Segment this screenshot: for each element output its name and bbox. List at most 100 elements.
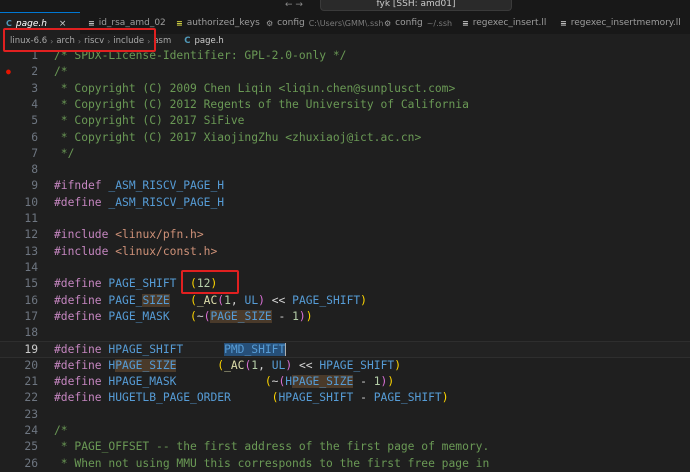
code-token: UL <box>271 358 286 372</box>
code-line[interactable]: 5 * Copyright (C) 2017 SiFive <box>0 113 690 129</box>
code-line[interactable]: 13 #include <linux/const.h> <box>0 244 690 260</box>
breadcrumb-item-linux[interactable]: linux-6.6 <box>10 36 47 46</box>
breadcrumb-item-file[interactable]: C page.h <box>184 36 224 46</box>
code-line[interactable]: 23 <box>0 407 690 423</box>
code-text: #define HPAGE_MASK (~(HPAGE_SIZE - 1)) <box>54 374 394 390</box>
gear-icon: ⚙ <box>384 18 392 28</box>
code-token: * When not using MMU this corresponds to… <box>54 456 490 470</box>
code-token: * Copyright (C) 2012 Regents of the Univ… <box>54 97 469 111</box>
code-token: _ASM_RISCV_PAGE_H <box>108 179 225 193</box>
code-editor[interactable]: 1 /* SPDX-License-Identifier: GPL-2.0-onl… <box>0 48 690 470</box>
tab-page-h[interactable]: C page.h × <box>0 12 80 34</box>
tab-id-rsa-amd-02[interactable]: ≡ id_rsa_amd_02 <box>82 12 168 34</box>
code-line[interactable]: 9 #ifndef _ASM_RISCV_PAGE_H <box>0 178 690 194</box>
code-line[interactable]: 16 #define PAGE_SIZE (_AC(1, UL) << PAGE_… <box>0 293 690 309</box>
code-line[interactable]: 14 <box>0 260 690 276</box>
chevron-right-icon: › <box>50 36 54 46</box>
line-number: 19 <box>24 343 38 357</box>
code-token: PAGE_SHIFT <box>373 391 442 405</box>
nav-arrows[interactable]: ← → <box>285 0 303 10</box>
code-line[interactable]: 3 * Copyright (C) 2009 Chen Liqin <liqin… <box>0 81 690 97</box>
command-center-search[interactable]: fyk [SSH: amd01] <box>320 0 512 11</box>
text-file-icon: ≡ <box>176 18 183 28</box>
code-token: ) <box>441 391 449 405</box>
code-token: , <box>258 358 272 372</box>
code-line[interactable]: 8 <box>0 162 690 178</box>
line-number: 4 <box>31 97 38 111</box>
code-token: ) <box>387 375 395 388</box>
breadcrumb-item-arch[interactable]: arch <box>56 36 75 46</box>
code-token: * PAGE_OFFSET -- the first address of th… <box>54 440 490 454</box>
tab-config-windows[interactable]: ⚙ config C:\Users\GMM\.ssh <box>260 12 383 34</box>
ll-file-icon: ≡ <box>560 18 567 28</box>
code-token: ) <box>258 293 265 307</box>
code-text: * PAGE_OFFSET -- the first address of th… <box>54 439 490 455</box>
code-token: HUGETLB_PAGE_ORDER <box>108 391 231 405</box>
code-token: 1 <box>292 309 299 323</box>
code-line[interactable]: 26 * When not using MMU this corresponds… <box>0 456 690 472</box>
code-token: ( <box>264 375 272 388</box>
code-line[interactable]: 1 /* SPDX-License-Identifier: GPL-2.0-onl… <box>0 48 690 64</box>
tab-authorized-keys[interactable]: ≡ authorized_keys <box>170 12 260 34</box>
code-text: * Copyright (C) 2009 Chen Liqin <liqin.c… <box>54 81 455 97</box>
breadcrumb-item-include[interactable]: include <box>113 36 144 46</box>
code-line[interactable]: 25 * PAGE_OFFSET -- the first address of… <box>0 439 690 455</box>
code-token: << <box>264 293 293 307</box>
chevron-right-icon: › <box>147 36 151 46</box>
code-line[interactable]: 20 #define HPAGE_SIZE (_AC(1, UL) << HPAG… <box>0 358 690 374</box>
code-token: _ASM_RISCV_PAGE_H <box>108 195 225 209</box>
code-line[interactable]: 11 <box>0 211 690 227</box>
close-icon[interactable]: × <box>59 19 67 29</box>
code-token: PAGE_ <box>108 293 143 307</box>
line-number: 17 <box>24 309 38 323</box>
breadcrumb-file-label: page.h <box>194 36 224 46</box>
code-text: /* SPDX-License-Identifier: GPL-2.0-only… <box>54 48 346 64</box>
code-line[interactable]: 12 #include <linux/pfn.h> <box>0 227 690 243</box>
code-token: #include <box>54 244 109 258</box>
code-line[interactable]: 22 #define HUGETLB_PAGE_ORDER (HPAGE_SHIF… <box>0 390 690 406</box>
line-number: 21 <box>24 375 38 388</box>
code-line[interactable]: 24 /* <box>0 423 690 439</box>
code-line[interactable]: ● 2 /* <box>0 64 690 80</box>
code-line[interactable]: 4 * Copyright (C) 2012 Regents of the Un… <box>0 97 690 113</box>
code-token: - <box>353 391 374 405</box>
code-line[interactable]: 7 */ <box>0 146 690 162</box>
code-token: ( <box>190 277 197 291</box>
breadcrumb-item-asm[interactable]: asm <box>153 36 171 46</box>
code-token: _AC <box>224 358 245 372</box>
code-token: #define <box>54 195 102 209</box>
code-line[interactable]: 18 <box>0 325 690 341</box>
tab-regexec-insertmemory[interactable]: ≡ regexec_insertmemory.ll <box>554 12 690 34</box>
tab-regexec-insert[interactable]: ≡ regexec_insert.ll <box>456 12 552 34</box>
breadcrumb-item-riscv[interactable]: riscv <box>84 36 104 46</box>
code-line[interactable]: 19 #define HPAGE_SHIFT PMD_SHIFT <box>0 341 690 358</box>
ll-file-icon: ≡ <box>462 18 469 28</box>
tab-label: authorized_keys <box>186 18 260 28</box>
line-number: 7 <box>31 146 38 160</box>
code-token: /* <box>54 65 68 79</box>
code-line[interactable]: 10 #define _ASM_RISCV_PAGE_H <box>0 195 690 211</box>
code-token: #define <box>54 391 102 405</box>
code-token: ) <box>360 293 367 307</box>
code-token: HPAGE_SHIFT <box>278 391 354 405</box>
code-token: <linux/const.h> <box>115 244 218 258</box>
code-line[interactable]: 15 #define PAGE_SHIFT (12) <box>0 276 690 292</box>
tab-config-remote[interactable]: ⚙ config ~/.ssh <box>378 12 454 34</box>
code-line[interactable]: 6 * Copyright (C) 2017 XiaojingZhu <zhux… <box>0 130 690 146</box>
line-number: 15 <box>24 277 38 291</box>
code-token: , <box>230 293 245 307</box>
code-line[interactable]: 17 #define PAGE_MASK (~(PAGE_SIZE - 1)) <box>0 309 690 325</box>
line-number: 14 <box>24 260 38 274</box>
code-token: HPAGE_MASK <box>108 375 177 388</box>
code-text: #define HPAGE_SHIFT PMD_SHIFT <box>54 342 287 358</box>
code-token: << <box>292 358 320 372</box>
line-number: 23 <box>24 407 38 421</box>
code-token: PAGE_SIZE <box>210 309 272 323</box>
code-token: ~ <box>196 309 204 323</box>
line-number: 25 <box>24 440 38 454</box>
code-line[interactable]: 21 #define HPAGE_MASK (~(HPAGE_SIZE - 1)) <box>0 374 690 390</box>
breakpoint-dot-icon[interactable]: ● <box>6 64 11 80</box>
